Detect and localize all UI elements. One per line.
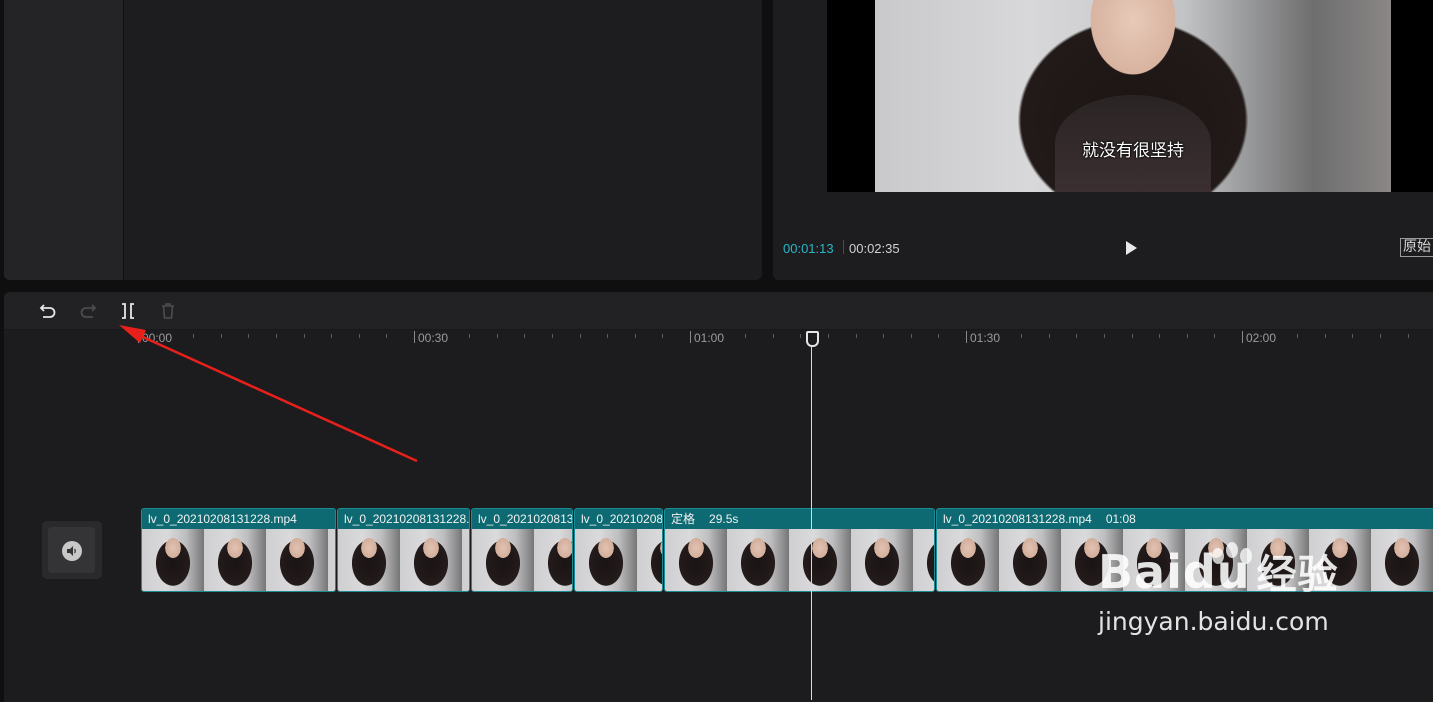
ruler-minor-tick <box>552 334 553 338</box>
ruler-minor-tick <box>1214 334 1216 338</box>
ruler-minor-tick <box>745 334 747 338</box>
video-subtitle: 就没有很坚持 <box>1082 141 1184 161</box>
split-icon <box>122 303 134 319</box>
ruler-minor-tick <box>1297 334 1299 338</box>
clip-name: lv_0_20210208 <box>581 512 662 526</box>
ruler-minor-tick <box>1048 334 1050 338</box>
mute-audio-button[interactable] <box>42 521 102 579</box>
speaker-icon <box>62 541 82 561</box>
ruler-minor-tick <box>883 334 885 338</box>
clip-name: lv_0_20210208131228.mp4 <box>943 512 1092 526</box>
watermark-brand: Bai <box>1098 545 1183 599</box>
ruler-time-label: 00:30 <box>418 331 449 345</box>
ruler-minor-tick <box>331 334 333 338</box>
delete-button[interactable] <box>158 301 178 321</box>
ruler-minor-tick <box>800 334 802 338</box>
undo-button[interactable] <box>38 301 58 321</box>
undo-icon <box>39 304 56 318</box>
ruler-minor-tick <box>1186 334 1188 338</box>
playhead-handle[interactable] <box>806 331 819 347</box>
watermark-brand-cn: 经验 <box>1256 552 1339 598</box>
ruler-minor-tick <box>1324 334 1326 338</box>
ruler-minor-tick <box>193 334 195 338</box>
split-button[interactable] <box>118 301 138 321</box>
ruler-time-label: 01:00 <box>694 331 725 345</box>
clip-name: lv_0_20210208131228.mp4 <box>148 512 297 526</box>
ruler-major-tick <box>1242 331 1243 343</box>
ruler-minor-tick <box>220 334 222 338</box>
current-time: 00:01:13 <box>783 241 834 256</box>
ruler-minor-tick <box>248 334 250 338</box>
media-sidebar <box>4 0 124 280</box>
ruler-minor-tick <box>1159 334 1161 338</box>
ruler-minor-tick <box>607 334 609 338</box>
ruler-minor-tick <box>938 334 940 338</box>
clip-name: lv_0_2021020813 <box>478 512 572 526</box>
ruler-time-label: 00:00 <box>142 331 173 345</box>
playhead-line[interactable] <box>811 340 812 700</box>
ruler-minor-tick <box>276 334 277 338</box>
ruler-major-tick <box>138 331 139 343</box>
baidu-jingyan-watermark: Baidu 经验 jingyan.baidu.com <box>1098 542 1339 636</box>
ruler-major-tick <box>414 331 415 343</box>
clip-thumbnails <box>472 529 572 591</box>
timeline-toolbar <box>4 292 1433 330</box>
ruler-minor-tick <box>910 334 912 338</box>
ruler-minor-tick <box>469 334 471 338</box>
ruler-major-tick <box>966 331 967 343</box>
ruler-minor-tick <box>1021 334 1023 338</box>
video-clip[interactable]: lv_0_20210208131228. <box>337 508 470 592</box>
watermark-url: jingyan.baidu.com <box>1098 607 1329 636</box>
redo-button[interactable] <box>78 301 98 321</box>
player-panel: 就没有很坚持 00:01:13 00:02:35 原始 <box>773 0 1433 280</box>
ruler-minor-tick <box>579 334 581 338</box>
video-preview: 就没有很坚持 <box>827 0 1433 192</box>
ruler-minor-tick <box>1076 334 1078 338</box>
ruler-minor-tick <box>1380 334 1381 338</box>
clip-thumbnails <box>665 529 934 591</box>
ruler-minor-tick <box>855 334 857 338</box>
video-clip[interactable]: lv_0_2021020813 <box>471 508 573 592</box>
redo-icon <box>80 304 97 318</box>
timeline-ruler[interactable]: 00:00 00:30 01:00 01:30 02:00 <box>4 330 1433 346</box>
ruler-minor-tick <box>496 334 498 338</box>
paw-icon <box>1212 542 1252 564</box>
ruler-minor-tick <box>1131 334 1133 338</box>
ruler-minor-tick <box>828 334 829 338</box>
freeze-frame-clip[interactable]: 定格 29.5s <box>664 508 935 592</box>
clip-name: 定格 <box>671 512 696 526</box>
ruler-minor-tick <box>524 334 526 338</box>
clip-name: lv_0_20210208131228. <box>344 512 469 526</box>
ruler-minor-tick <box>662 334 664 338</box>
media-content-area <box>124 0 762 280</box>
ratio-button[interactable]: 原始 <box>1400 238 1433 257</box>
clip-duration: 01:08 <box>1105 512 1136 526</box>
media-panel <box>4 0 762 280</box>
ruler-time-label: 02:00 <box>1246 331 1277 345</box>
video-clip[interactable]: lv_0_20210208131228.mp4 <box>141 508 336 592</box>
ruler-major-tick <box>690 331 691 343</box>
clip-duration: 29.5s <box>709 512 739 526</box>
clip-thumbnails <box>142 529 335 591</box>
ruler-minor-tick <box>358 334 360 338</box>
ruler-minor-tick <box>1104 334 1105 338</box>
total-time: 00:02:35 <box>849 241 900 256</box>
clip-thumbnails <box>575 529 662 591</box>
trash-icon <box>162 303 174 319</box>
time-separator <box>843 240 844 254</box>
timeline-panel: 00:00 00:30 01:00 01:30 02:00 lv_0_202102081… <box>4 292 1433 702</box>
ruler-minor-tick <box>634 334 636 338</box>
ruler-minor-tick <box>772 334 774 338</box>
video-clip[interactable]: lv_0_20210208 <box>574 508 663 592</box>
play-button[interactable] <box>1126 241 1137 255</box>
ruler-minor-tick <box>1352 334 1354 338</box>
ruler-minor-tick <box>303 334 305 338</box>
ruler-minor-tick <box>1407 334 1409 338</box>
video-frame-image: 就没有很坚持 <box>875 0 1391 192</box>
ruler-time-label: 01:30 <box>970 331 1001 345</box>
clip-thumbnails <box>338 529 469 591</box>
ruler-minor-tick <box>386 334 388 338</box>
